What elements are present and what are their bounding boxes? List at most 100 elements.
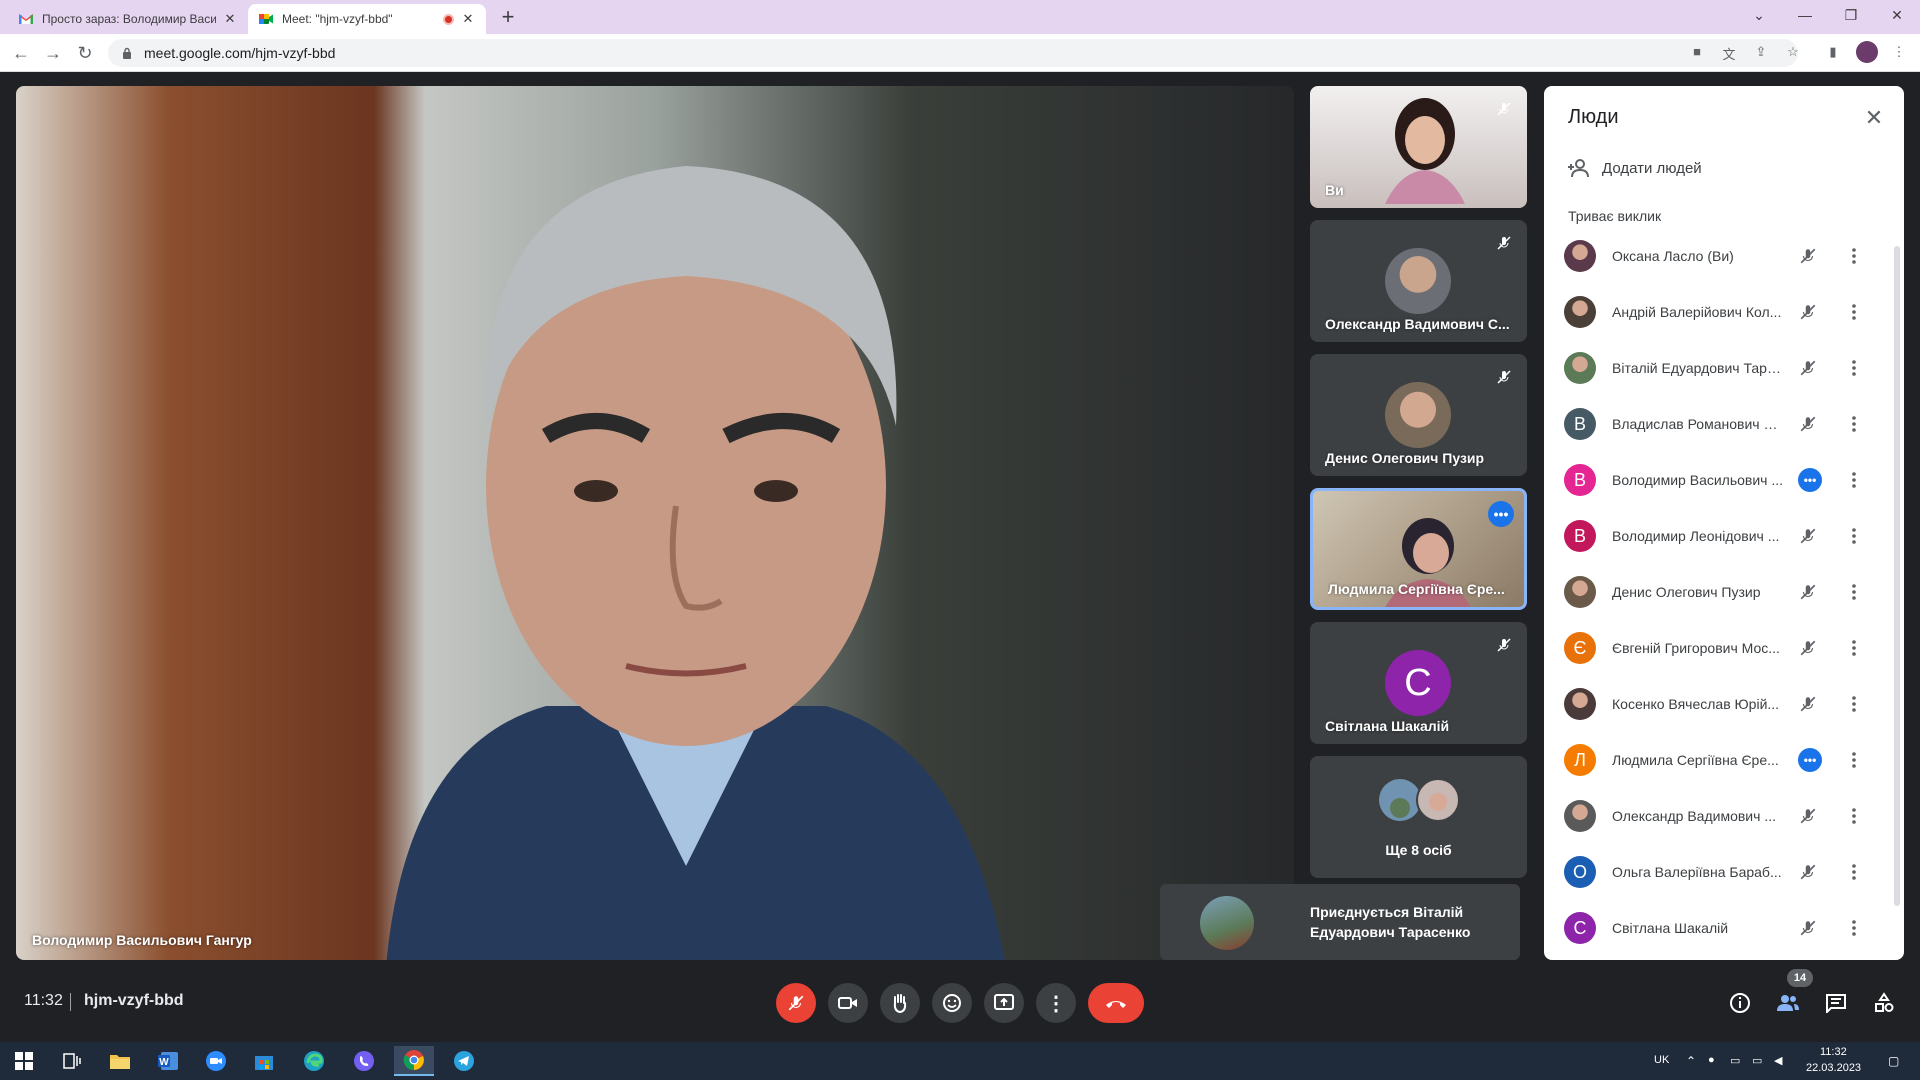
more-vert-icon[interactable] [1842, 300, 1866, 324]
participant-row[interactable]: В Володимир Васильович ... ••• [1544, 452, 1896, 508]
address-bar[interactable]: meet.google.com/hjm-vzyf-bbd [108, 39, 1798, 67]
edge-button[interactable] [294, 1046, 334, 1076]
bookmark-star-icon[interactable]: ☆ [1784, 44, 1802, 62]
store-button[interactable] [244, 1046, 284, 1076]
more-vert-icon[interactable] [1842, 524, 1866, 548]
speaker-video-frame [386, 166, 1005, 960]
chrome-menu-icon[interactable]: ⋮ [1890, 44, 1908, 62]
microphone-tray-icon[interactable]: ● [1708, 1054, 1722, 1068]
zoom-button[interactable] [196, 1046, 236, 1076]
participant-row[interactable]: Віталій Едуардович Тара... [1544, 340, 1896, 396]
avatar: С [1385, 650, 1451, 716]
avatar [1564, 352, 1596, 384]
more-vert-icon[interactable] [1842, 356, 1866, 380]
notifications-icon[interactable]: ▢ [1888, 1054, 1902, 1068]
people-button[interactable] [1772, 987, 1804, 1019]
more-vert-icon[interactable] [1842, 692, 1866, 716]
viber-button[interactable] [344, 1046, 384, 1076]
participant-row[interactable]: Андрій Валерійович Кол... [1544, 284, 1896, 340]
taskbar-time[interactable]: 11:32 [1820, 1046, 1847, 1058]
chat-button[interactable] [1820, 987, 1852, 1019]
taskbar-date[interactable]: 22.03.2023 [1806, 1062, 1861, 1074]
word-button[interactable]: W [148, 1046, 188, 1076]
participant-row[interactable]: Олександр Вадимович ... [1544, 788, 1896, 844]
more-vert-icon[interactable] [1842, 916, 1866, 940]
viber-icon [354, 1051, 374, 1071]
share-icon[interactable]: ⇪ [1752, 44, 1770, 62]
participant-row[interactable]: В Владислав Романович С... [1544, 396, 1896, 452]
participant-row[interactable]: В Володимир Леонідович ... [1544, 508, 1896, 564]
chrome-icon [403, 1050, 424, 1071]
more-vert-icon[interactable] [1842, 468, 1866, 492]
participant-tile-self[interactable]: Ви [1310, 86, 1527, 208]
meet-icon [259, 14, 273, 24]
maximize-button[interactable]: ❐ [1828, 0, 1874, 30]
back-button[interactable]: ← [8, 40, 34, 66]
more-vert-icon[interactable] [1842, 412, 1866, 436]
minimize-button[interactable]: — [1782, 0, 1828, 30]
participant-name: Віталій Едуардович Тара... [1612, 360, 1784, 376]
forward-button[interactable]: → [40, 40, 66, 66]
camera-toggle-button[interactable] [828, 983, 868, 1023]
participant-tile[interactable]: Олександр Вадимович С... [1310, 220, 1527, 342]
chrome-button[interactable] [394, 1046, 434, 1076]
reactions-button[interactable] [932, 983, 972, 1023]
participant-row[interactable]: Денис Олегович Пузир [1544, 564, 1896, 620]
profile-avatar[interactable] [1856, 41, 1878, 63]
participant-count-badge: 14 [1787, 969, 1813, 987]
more-vert-icon[interactable] [1842, 636, 1866, 660]
raise-hand-button[interactable] [880, 983, 920, 1023]
reload-button[interactable]: ↻ [72, 40, 98, 66]
participant-row[interactable]: С Світлана Шакалій [1544, 900, 1896, 956]
main-speaker-video[interactable]: Володимир Васильович Гангур [16, 86, 1294, 960]
hang-up-icon [1106, 1001, 1126, 1008]
camera-in-use-icon[interactable]: ■ [1688, 44, 1706, 62]
participant-row[interactable]: Оксана Ласло (Ви) [1544, 228, 1896, 284]
tab-search-icon[interactable]: ⌄ [1736, 0, 1782, 30]
panel-scrollbar[interactable] [1894, 246, 1900, 906]
start-button[interactable] [4, 1046, 44, 1076]
meeting-details-button[interactable] [1724, 987, 1756, 1019]
participant-tile[interactable]: С Світлана Шакалій [1310, 622, 1527, 744]
more-vert-icon[interactable] [1842, 748, 1866, 772]
gmail-icon [19, 14, 33, 24]
activities-button[interactable] [1868, 987, 1900, 1019]
mic-off-icon [1493, 634, 1515, 656]
present-screen-button[interactable] [984, 983, 1024, 1023]
network-icon[interactable]: ▭ [1752, 1054, 1766, 1068]
more-vert-icon[interactable] [1842, 860, 1866, 884]
url-text: meet.google.com/hjm-vzyf-bbd [144, 45, 336, 61]
participant-row[interactable]: Л Людмила Сергіївна Єре... ••• [1544, 732, 1896, 788]
translate-icon[interactable]: 文 [1720, 44, 1738, 62]
chevron-up-icon[interactable]: ⌃ [1686, 1054, 1700, 1068]
tab-gmail[interactable]: Просто зараз: Володимир Васильович Гангу… [8, 4, 248, 34]
more-vert-icon[interactable] [1842, 244, 1866, 268]
tab-meet[interactable]: Meet: "hjm-vzyf-bbd" ✕ [248, 4, 486, 34]
battery-icon[interactable]: ▭ [1730, 1054, 1744, 1068]
language-indicator[interactable]: UK [1654, 1054, 1669, 1066]
more-vert-icon[interactable] [1842, 580, 1866, 604]
participant-row[interactable]: Є Євгеній Григорович Мос... [1544, 620, 1896, 676]
side-panel-icon[interactable]: ▮ [1824, 44, 1842, 62]
new-tab-button[interactable]: + [496, 6, 520, 30]
file-explorer-button[interactable] [100, 1046, 140, 1076]
close-panel-icon[interactable]: ✕ [1860, 104, 1888, 132]
participant-tile[interactable]: Денис Олегович Пузир [1310, 354, 1527, 476]
participant-row[interactable]: Косенко Вячеслав Юрій... [1544, 676, 1896, 732]
zoom-icon [206, 1051, 226, 1071]
meet-controls: 11:32 hjm-vzyf-bbd ⋮ 14 [0, 969, 1920, 1042]
telegram-button[interactable] [444, 1046, 484, 1076]
close-tab-icon[interactable]: ✕ [460, 11, 476, 27]
close-tab-icon[interactable]: ✕ [222, 11, 238, 27]
more-vert-icon[interactable] [1842, 804, 1866, 828]
participant-row[interactable]: О Ольга Валеріївна Бараб... [1544, 844, 1896, 900]
close-window-button[interactable]: ✕ [1874, 0, 1920, 30]
task-view-button[interactable] [52, 1046, 92, 1076]
more-options-button[interactable]: ⋮ [1036, 983, 1076, 1023]
more-participants-tile[interactable]: Ще 8 осіб [1310, 756, 1527, 878]
volume-icon[interactable]: ◀ [1774, 1054, 1788, 1068]
leave-call-button[interactable] [1088, 983, 1144, 1023]
add-people-button[interactable]: Додати людей [1566, 158, 1702, 178]
participant-tile-speaking[interactable]: ••• Людмила Сергіївна Єре... [1310, 488, 1527, 610]
mic-toggle-button[interactable] [776, 983, 816, 1023]
